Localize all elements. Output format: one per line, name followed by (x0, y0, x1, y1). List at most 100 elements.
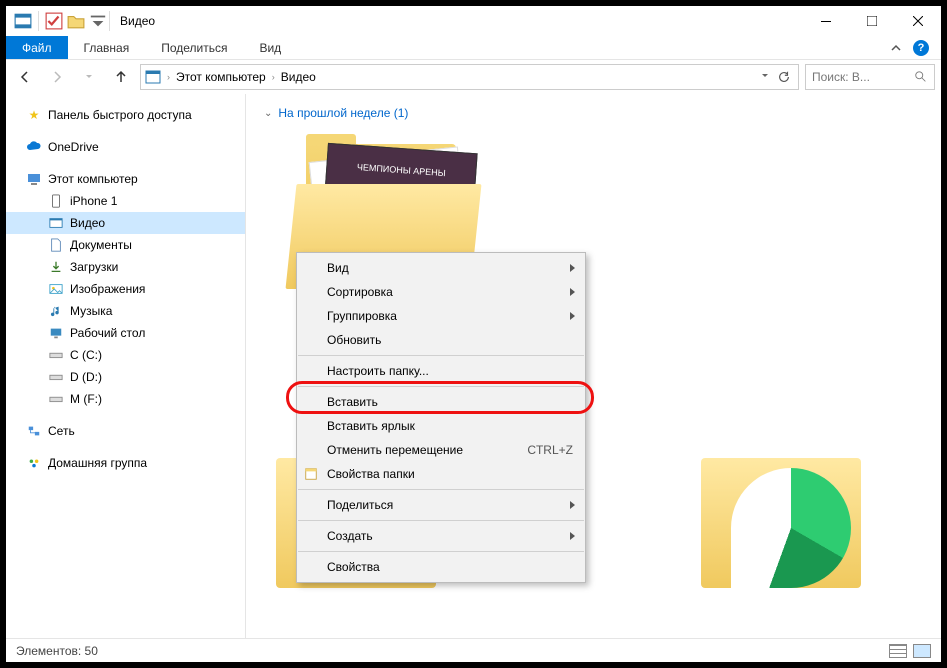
menu-shortcut: CTRL+Z (527, 443, 573, 457)
sidebar-item-drive-d[interactable]: D (D:) (6, 366, 245, 388)
menu-item-свойства[interactable]: Свойства (297, 555, 585, 579)
drive-icon (48, 347, 64, 363)
sidebar-item-documents[interactable]: Документы (6, 234, 245, 256)
download-icon (48, 259, 64, 275)
folder-icon[interactable] (67, 12, 85, 30)
menu-item-свойства-папки[interactable]: Свойства папки (297, 462, 585, 486)
window-title: Видео (120, 14, 155, 28)
menu-item-сортировка[interactable]: Сортировка (297, 280, 585, 304)
sidebar-item-video[interactable]: Видео (6, 212, 245, 234)
chevron-right-icon[interactable]: › (272, 72, 275, 82)
maximize-button[interactable] (849, 6, 895, 36)
menu-item-label: Вставить (327, 395, 378, 409)
group-header[interactable]: ⌄ На прошлой неделе (1) (264, 106, 923, 120)
drive-icon (48, 369, 64, 385)
address-bar: › Этот компьютер › Видео Поиск: В... (6, 60, 941, 94)
menu-item-label: Вид (327, 261, 349, 275)
menu-separator (298, 386, 584, 387)
menu-separator (298, 520, 584, 521)
video-folder-icon (145, 69, 161, 85)
sidebar-item-pictures[interactable]: Изображения (6, 278, 245, 300)
separator (38, 11, 39, 31)
tab-file[interactable]: Файл (6, 36, 68, 59)
sidebar-onedrive[interactable]: OneDrive (6, 136, 245, 158)
menu-item-label: Свойства папки (327, 467, 415, 481)
menu-item-группировка[interactable]: Группировка (297, 304, 585, 328)
checkbox-icon[interactable] (45, 12, 63, 30)
icons-view-button[interactable] (913, 644, 931, 658)
phone-icon (48, 193, 64, 209)
chevron-down-icon[interactable] (760, 71, 770, 83)
forward-button[interactable] (44, 64, 70, 90)
network-icon (26, 423, 42, 439)
menu-item-label: Настроить папку... (327, 364, 429, 378)
search-input[interactable]: Поиск: В... (805, 64, 935, 90)
status-bar: Элементов: 50 (6, 638, 941, 662)
close-button[interactable] (895, 6, 941, 36)
menu-item-создать[interactable]: Создать (297, 524, 585, 548)
menu-item-label: Вставить ярлык (327, 419, 415, 433)
menu-separator (298, 355, 584, 356)
context-menu: Вид Сортировка Группировка Обновить Настроит… (296, 252, 586, 583)
sidebar-quick-access[interactable]: ★Панель быстрого доступа (6, 104, 245, 126)
sidebar-item-drive-c[interactable]: C (C:) (6, 344, 245, 366)
titlebar: Видео (6, 6, 941, 36)
help-icon[interactable]: ? (913, 40, 929, 56)
video-icon (48, 215, 64, 231)
breadcrumb-box[interactable]: › Этот компьютер › Видео (140, 64, 799, 90)
sidebar-this-pc[interactable]: Этот компьютер (6, 168, 245, 190)
back-button[interactable] (12, 64, 38, 90)
menu-item-label: Свойства (327, 560, 380, 574)
breadcrumb-current[interactable]: Видео (281, 70, 316, 84)
chevron-right-icon[interactable]: › (167, 72, 170, 82)
pc-icon (26, 171, 42, 187)
menu-item-label: Группировка (327, 309, 397, 323)
navigation-pane[interactable]: ★Панель быстрого доступа OneDrive Этот к… (6, 94, 246, 638)
cloud-icon (26, 139, 42, 155)
minimize-button[interactable] (803, 6, 849, 36)
menu-item-поделиться[interactable]: Поделиться (297, 493, 585, 517)
video-library-icon (14, 12, 32, 30)
desktop-icon (48, 325, 64, 341)
details-view-button[interactable] (889, 644, 907, 658)
sidebar-item-drive-m[interactable]: M (F:) (6, 388, 245, 410)
homegroup-icon (26, 455, 42, 471)
separator (109, 11, 110, 31)
sidebar-item-downloads[interactable]: Загрузки (6, 256, 245, 278)
tab-view[interactable]: Вид (243, 36, 297, 59)
menu-item-настроить-папку-[interactable]: Настроить папку... (297, 359, 585, 383)
up-button[interactable] (108, 64, 134, 90)
tab-share[interactable]: Поделиться (145, 36, 243, 59)
sidebar-item-desktop[interactable]: Рабочий стол (6, 322, 245, 344)
explorer-window: Видео Файл Главная Поделиться Вид ? › Эт… (0, 0, 947, 668)
ribbon-collapse-icon[interactable] (889, 41, 903, 55)
picture-icon (48, 281, 64, 297)
breadcrumb-root[interactable]: Этот компьютер (176, 70, 266, 84)
recent-dropdown[interactable] (76, 64, 102, 90)
window-controls (803, 6, 941, 36)
refresh-button[interactable] (774, 67, 794, 87)
menu-item-label: Отменить перемещение (327, 443, 463, 457)
sidebar-network[interactable]: Сеть (6, 420, 245, 442)
folder-item-bg2[interactable] (701, 458, 901, 638)
menu-separator (298, 489, 584, 490)
tab-home[interactable]: Главная (68, 36, 146, 59)
sidebar-item-iphone[interactable]: iPhone 1 (6, 190, 245, 212)
menu-separator (298, 551, 584, 552)
menu-item-отменить-перемещение[interactable]: Отменить перемещение CTRL+Z (297, 438, 585, 462)
qat-dropdown-icon[interactable] (89, 12, 107, 30)
music-icon (48, 303, 64, 319)
sidebar-item-music[interactable]: Музыка (6, 300, 245, 322)
document-icon (48, 237, 64, 253)
sidebar-homegroup[interactable]: Домашняя группа (6, 452, 245, 474)
quick-access-toolbar (14, 11, 107, 31)
chevron-down-icon[interactable]: ⌄ (264, 108, 272, 119)
menu-item-label: Обновить (327, 333, 381, 347)
menu-item-вставить[interactable]: Вставить (297, 390, 585, 414)
menu-item-label: Сортировка (327, 285, 393, 299)
menu-item-обновить[interactable]: Обновить (297, 328, 585, 352)
menu-item-вид[interactable]: Вид (297, 256, 585, 280)
menu-item-label: Создать (327, 529, 373, 543)
drive-icon (48, 391, 64, 407)
menu-item-вставить-ярлык[interactable]: Вставить ярлык (297, 414, 585, 438)
